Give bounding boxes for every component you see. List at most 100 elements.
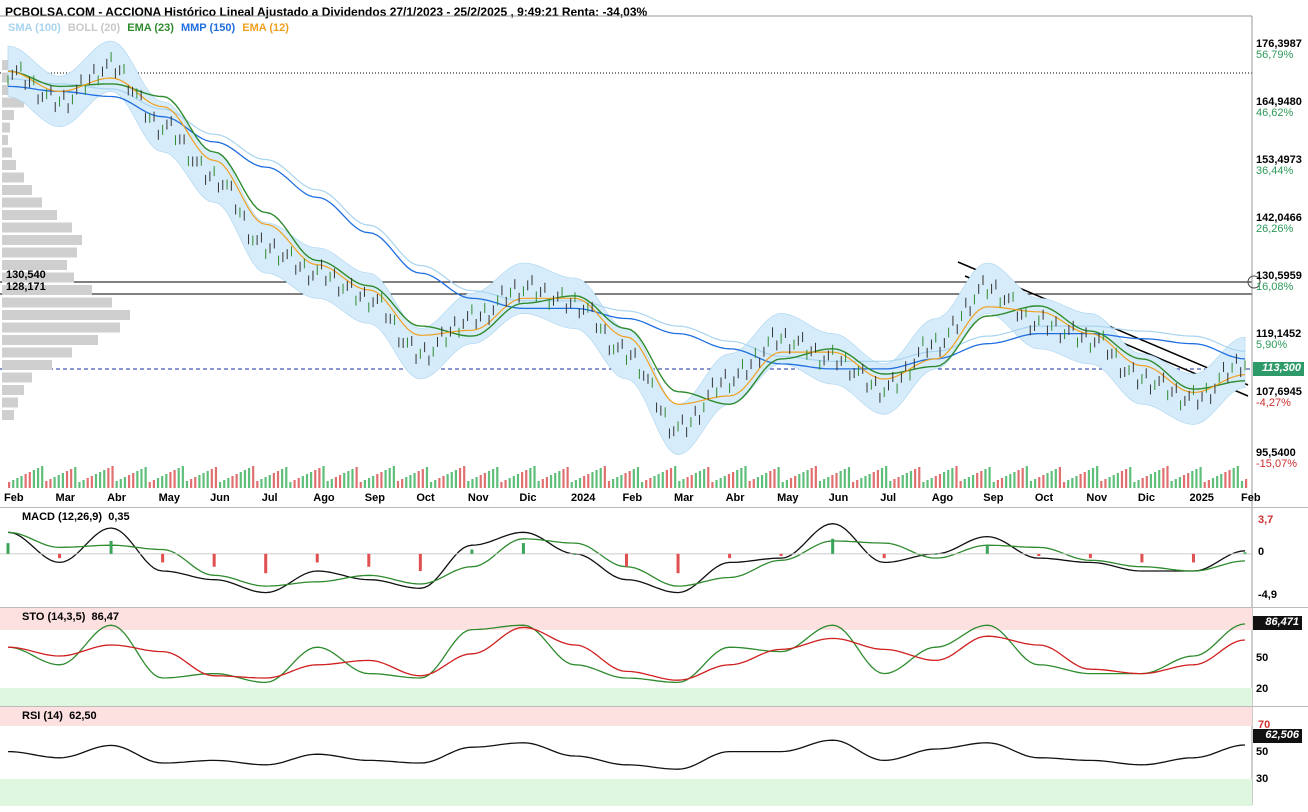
level-label-2: 128,171 (6, 281, 46, 293)
volume-bar (814, 466, 817, 488)
volume-bar (529, 468, 532, 488)
volume-bar (136, 471, 139, 488)
volume-bar (210, 469, 213, 488)
volume-bar (107, 468, 110, 488)
volume-bar (715, 480, 718, 488)
volume-bar (1170, 481, 1173, 488)
volume-bar (1224, 472, 1227, 488)
volume-bar (1005, 476, 1008, 488)
volume-bar (752, 479, 755, 488)
volume-bar (429, 482, 433, 488)
volume-bar (570, 482, 573, 488)
volume-bar (450, 472, 453, 488)
volume-bar (984, 469, 987, 488)
volume-bar (293, 480, 296, 488)
volume-bar (632, 469, 635, 488)
volume-bar (1075, 476, 1078, 488)
volume-bar (1125, 469, 1128, 488)
volume-bar (628, 471, 631, 488)
volume-bar (827, 477, 830, 488)
volume-bar (1232, 468, 1235, 488)
volume-profile-bar (2, 222, 72, 233)
volume-profile-bar (2, 110, 14, 120)
volume-bar (1207, 480, 1210, 488)
macd-histogram-bar (109, 540, 113, 554)
volume-bar (1220, 474, 1223, 488)
volume-bar (372, 476, 375, 488)
volume-bar (719, 478, 722, 488)
volume-bar (185, 481, 189, 488)
volume-bar (256, 481, 259, 488)
volume-bar (901, 475, 904, 488)
volume-bar (942, 472, 946, 488)
rsi-line (7, 739, 1246, 770)
volume-bar (70, 469, 73, 488)
volume-bar (24, 474, 27, 488)
volume-bar (810, 468, 813, 488)
month-tick-label: Feb (622, 492, 643, 504)
volume-bar (1046, 473, 1049, 488)
volume-bar (645, 480, 648, 488)
pct-tick: 36,44% (1256, 165, 1294, 177)
volume-bar (396, 481, 400, 488)
volume-bar (363, 480, 366, 488)
volume-bar (401, 479, 404, 488)
volume-bar (243, 470, 247, 488)
volume-bar (880, 468, 884, 488)
volume-bar (86, 478, 89, 488)
volume-bar (988, 467, 991, 488)
volume-bar (541, 479, 544, 488)
volume-bar (909, 471, 913, 488)
volume-bar (496, 467, 499, 488)
volume-bar (868, 474, 871, 488)
volume-bar (463, 466, 466, 488)
volume-bar (587, 474, 590, 488)
volume-bar (690, 475, 693, 488)
volume-bar (82, 480, 85, 488)
volume-bar (665, 470, 669, 488)
volume-bar (417, 471, 420, 488)
volume-bar (992, 482, 995, 488)
volume-profile-bar (2, 210, 57, 220)
volume-bar (1187, 473, 1190, 488)
volume-bar (276, 471, 280, 488)
volume-bar (823, 479, 826, 488)
volume-bar (1087, 470, 1090, 488)
volume-bar (525, 470, 528, 488)
macd-histogram-bar (985, 545, 989, 554)
volume-bar (165, 474, 168, 488)
current-price-badge: 113,300 (1253, 362, 1304, 376)
volume-bar (856, 480, 859, 488)
month-tick-label: Sep (364, 492, 385, 504)
volume-bar (123, 477, 127, 488)
price-chart (0, 15, 1261, 806)
volume-bar (914, 469, 917, 488)
volume-bar (1120, 471, 1124, 488)
volume-bar (1054, 469, 1057, 488)
macd-histogram-bar (831, 538, 835, 554)
volume-bar (926, 480, 929, 488)
volume-bar (574, 480, 577, 488)
volume-bar (334, 477, 338, 488)
volume-bar (367, 478, 371, 488)
volume-bar (653, 476, 656, 488)
volume-bar (980, 471, 983, 488)
month-tick-label: Dic (519, 492, 537, 504)
macd-histogram-bar (1191, 553, 1195, 563)
volume-bar (45, 481, 48, 488)
bollinger-band (7, 40, 1246, 456)
volume-bar (322, 466, 325, 488)
volume-bar (446, 474, 449, 488)
pct-tick: -15,07% (1256, 458, 1297, 470)
macd-histogram-bar (1037, 553, 1041, 556)
volume-bar (624, 473, 627, 488)
volume-bar (872, 472, 875, 488)
volume-bar (930, 478, 933, 488)
volume-bar (475, 477, 478, 488)
volume-bar (736, 470, 739, 488)
volume-bar (1240, 481, 1244, 488)
volume-bar (1133, 482, 1136, 488)
volume-bar (169, 472, 172, 488)
volume-bar (669, 468, 673, 488)
month-tick-label: Oct (1034, 492, 1054, 504)
